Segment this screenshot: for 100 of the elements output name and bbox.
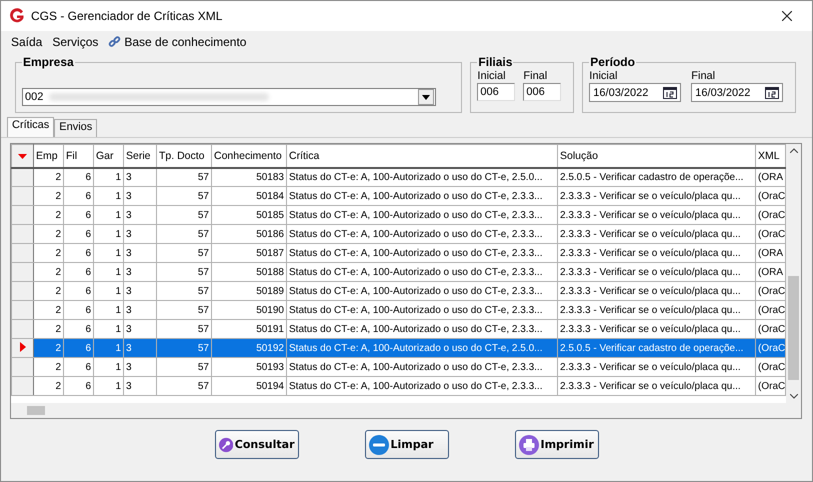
table-cell: Status do CT-e: A, 100-Autorizado o uso do CT-e, 2.3.3...: [286, 224, 558, 244]
table-cell: 6: [64, 206, 94, 224]
table-cell: 57: [156, 282, 212, 300]
table-cell: 2.5.0.5 - Verificar cadastro de operaçõe...: [558, 168, 756, 186]
table-cell: 6: [64, 282, 94, 300]
table-cell: 2: [34, 168, 64, 186]
field-label: Final: [523, 69, 548, 83]
scrollbar-thumb[interactable]: [788, 276, 799, 380]
table-cell: 6: [64, 358, 94, 376]
table-cell: 50194: [212, 376, 286, 396]
column-header[interactable]: Gar: [94, 144, 124, 168]
table-cell: 57: [156, 262, 212, 282]
caret-icon: [422, 94, 430, 100]
table-cell: 57: [156, 376, 212, 396]
action-button[interactable]: Limpar: [364, 430, 448, 459]
column-header[interactable]: Solução: [558, 144, 756, 168]
column-header[interactable]: Fil: [64, 144, 94, 168]
table-cell: 3: [124, 300, 156, 320]
field-label: Final: [691, 69, 716, 83]
column-header[interactable]: Serie: [124, 144, 156, 168]
table-cell: Status do CT-e: A, 100-Autorizado o uso do CT-e, 2.3.3...: [286, 282, 558, 300]
column-header[interactable]: Crítica: [286, 144, 558, 168]
sort-icon[interactable]: [18, 154, 27, 159]
table-cell: 50187: [212, 244, 286, 262]
printer-icon: [518, 434, 538, 454]
table-cell: 2: [34, 338, 64, 358]
group-label: Filiais: [477, 55, 514, 69]
table-cell: 50193: [212, 358, 286, 376]
menu-item[interactable]: Saída: [11, 35, 42, 49]
scrollbar-thumb[interactable]: [27, 406, 45, 415]
table-cell: 50192: [212, 338, 286, 358]
table-cell: 6: [64, 168, 94, 186]
column-header[interactable]: XML: [756, 144, 786, 168]
table-cell: 3: [124, 282, 156, 300]
table-cell: 50183: [212, 168, 286, 186]
field-label: Inicial: [477, 69, 507, 83]
table-cell: 2.3.3.3 - Verificar se o veículo/placa qu...: [558, 186, 756, 206]
table-cell: 1: [94, 300, 124, 320]
date-field[interactable]: 16/03/2022: [691, 83, 784, 102]
group-label: Período: [589, 55, 636, 69]
table-cell: 3: [124, 338, 156, 358]
scroll-up-icon[interactable]: [790, 148, 798, 153]
column-header[interactable]: Emp: [34, 144, 64, 168]
table-cell: 3: [124, 224, 156, 244]
table-cell: 57: [156, 244, 212, 262]
table-cell: 3: [124, 206, 156, 224]
tab[interactable]: Envios: [54, 119, 98, 137]
table-cell: 2.3.3.3 - Verificar se o veículo/placa qu...: [558, 376, 756, 396]
table-cell: 50189: [212, 282, 286, 300]
table-cell: 3: [124, 244, 156, 262]
table-cell: 50190: [212, 300, 286, 320]
close-icon[interactable]: [782, 11, 792, 21]
current-row-icon: [20, 342, 26, 352]
table-cell: 57: [156, 358, 212, 376]
minus-icon: [368, 434, 388, 454]
table-cell: 6: [64, 300, 94, 320]
calendar-icon[interactable]: [663, 86, 678, 98]
table-cell: 3: [124, 262, 156, 282]
vertical-scrollbar[interactable]: [786, 144, 801, 403]
table-cell: 50188: [212, 262, 286, 282]
table-cell: 57: [156, 338, 212, 358]
action-button[interactable]: Imprimir: [514, 430, 598, 459]
table-cell: 50185: [212, 206, 286, 224]
table-cell: (OraC: [756, 338, 786, 358]
table-cell: Status do CT-e: A, 100-Autorizado o uso do CT-e, 2.3.3...: [286, 376, 558, 396]
table-cell: 2.3.3.3 - Verificar se o veículo/placa qu...: [558, 224, 756, 244]
table-cell: 2.3.3.3 - Verificar se o veículo/placa qu...: [558, 300, 756, 320]
table-cell: Status do CT-e: A, 100-Autorizado o uso do CT-e, 2.3.3...: [286, 206, 558, 224]
column-header[interactable]: Conhecimento: [212, 144, 286, 168]
column-header[interactable]: Tp. Docto: [156, 144, 212, 168]
table-cell: 50186: [212, 224, 286, 244]
table-cell: 2: [34, 244, 64, 262]
filial-field[interactable]: 006: [477, 83, 516, 101]
menu-item[interactable]: Base de conhecimento: [108, 35, 246, 49]
group-label: Empresa: [22, 55, 75, 69]
table-cell: 1: [94, 224, 124, 244]
table-cell: 1: [94, 206, 124, 224]
scroll-down-icon[interactable]: [790, 394, 798, 399]
table-cell: 57: [156, 206, 212, 224]
menu-item[interactable]: Serviços: [52, 35, 98, 49]
filial-field[interactable]: 006: [523, 83, 562, 101]
table-cell: 6: [64, 224, 94, 244]
table-cell: 2: [34, 376, 64, 396]
calendar-icon[interactable]: [765, 86, 780, 98]
table-cell: 2: [34, 186, 64, 206]
horizontal-scrollbar[interactable]: [11, 403, 801, 418]
logo-icon: [9, 8, 25, 24]
table-cell: 1: [94, 262, 124, 282]
table-cell: 2: [34, 300, 64, 320]
table-cell: Status do CT-e: A, 100-Autorizado o uso do CT-e, 2.3.3...: [286, 358, 558, 376]
action-button[interactable]: Consultar: [214, 430, 298, 459]
table-cell: 1: [94, 186, 124, 206]
date-field[interactable]: 16/03/2022: [589, 83, 682, 102]
table-cell: 1: [94, 358, 124, 376]
table-cell: 57: [156, 300, 212, 320]
table-cell: 6: [64, 244, 94, 262]
table-cell: 2.3.3.3 - Verificar se o veículo/placa qu...: [558, 206, 756, 224]
table-cell: 3: [124, 358, 156, 376]
tab[interactable]: Críticas: [7, 117, 54, 137]
empresa-dropdown[interactable]: 002: [22, 88, 436, 106]
